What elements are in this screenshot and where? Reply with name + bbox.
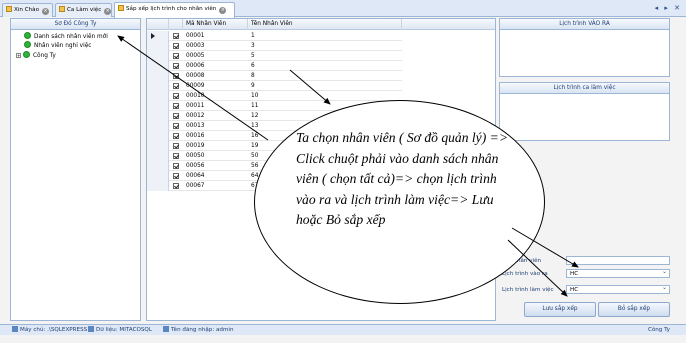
annotation-arrows [117, 35, 579, 297]
arrow-to-work [507, 239, 568, 297]
arrow-to-tree [117, 35, 269, 141]
arrow-to-grid [289, 69, 331, 105]
app-window: Xin Chào × Ca Làm việc × Sắp xếp lịch trìn… [0, 0, 686, 343]
arrow-to-in-out [511, 227, 579, 268]
